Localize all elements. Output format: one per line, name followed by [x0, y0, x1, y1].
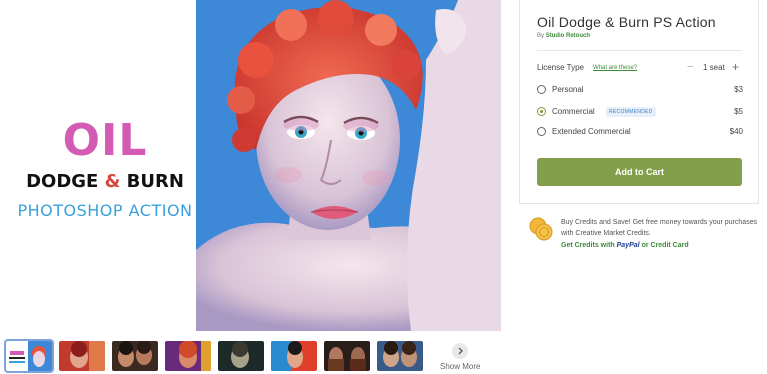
brand-oil-text: OIL — [62, 115, 148, 166]
thumbnail-3[interactable] — [112, 341, 158, 371]
thumbnail-1[interactable] — [4, 339, 54, 373]
seat-increment-button[interactable]: + — [732, 60, 739, 74]
thumbnail-4[interactable] — [165, 341, 211, 371]
credits-promo: Buy Credits and Save! Get free money tow… — [529, 215, 761, 257]
radio-extended-commercial[interactable] — [537, 127, 546, 136]
license-option-price: $40 — [729, 127, 743, 136]
license-option-label: Commercial — [552, 107, 595, 116]
license-option-commercial[interactable]: Commercial RECOMMENDED $5 — [537, 106, 743, 118]
radio-personal[interactable] — [537, 85, 546, 94]
brand-dodge: DODGE — [26, 171, 99, 192]
thumbnail-7[interactable] — [324, 341, 370, 371]
license-option-price: $3 — [734, 85, 743, 94]
radio-commercial[interactable] — [537, 107, 546, 116]
license-help-link[interactable]: What are these? — [593, 65, 637, 71]
product-title: Oil Dodge & Burn PS Action — [537, 14, 716, 30]
thumbnail-5[interactable] — [218, 341, 264, 371]
credits-promo-text: Buy Credits and Save! Get free money tow… — [561, 219, 758, 237]
credits-link-suffix: or Credit Card — [641, 242, 689, 249]
brand-amp: & — [104, 171, 121, 192]
license-option-price: $5 — [734, 107, 743, 116]
thumbnail-2[interactable] — [59, 341, 105, 371]
license-option-label: Personal — [552, 85, 584, 94]
brand-dodge-burn-text: DODGE & BURN — [10, 170, 200, 194]
brand-subtitle: PHOTOSHOP ACTION — [17, 201, 193, 220]
seat-decrement-button[interactable]: − — [687, 61, 693, 73]
thumbnails-next-button[interactable] — [452, 343, 468, 359]
credits-link-prefix: Get Credits with — [561, 242, 615, 249]
paypal-logo-text: PayPal — [616, 242, 640, 249]
seat-count: 1 seat — [703, 63, 725, 72]
main-preview-image[interactable] — [196, 0, 501, 331]
license-option-personal[interactable]: Personal $3 — [537, 84, 743, 96]
thumbnail-6[interactable] — [271, 341, 317, 371]
author-link[interactable]: Studio Retouch — [546, 33, 590, 39]
portrait-illustration — [196, 0, 501, 331]
coins-icon — [529, 217, 553, 241]
recommended-badge: RECOMMENDED — [606, 107, 656, 117]
show-more-link[interactable]: Show More — [440, 362, 480, 371]
purchase-panel: Oil Dodge & Burn PS Action By Studio Ret… — [519, 0, 759, 204]
license-option-extended[interactable]: Extended Commercial $40 — [537, 126, 743, 138]
get-credits-link[interactable]: Get Credits with PayPal or Credit Card — [561, 242, 689, 249]
brand-burn: BURN — [126, 171, 184, 192]
chevron-right-icon — [458, 347, 463, 355]
add-to-cart-button[interactable]: Add to Cart — [537, 158, 742, 186]
divider — [537, 50, 742, 51]
product-preview: OIL DODGE & BURN PHOTOSHOP ACTION — [0, 0, 505, 332]
thumbnail-8[interactable] — [377, 341, 423, 371]
license-type-label: License Type — [537, 63, 584, 72]
brand-title-block: OIL DODGE & BURN PHOTOSHOP ACTION — [10, 118, 200, 222]
product-byline: By Studio Retouch — [537, 33, 590, 39]
license-option-label: Extended Commercial — [552, 127, 631, 136]
byline-prefix: By — [537, 33, 545, 39]
